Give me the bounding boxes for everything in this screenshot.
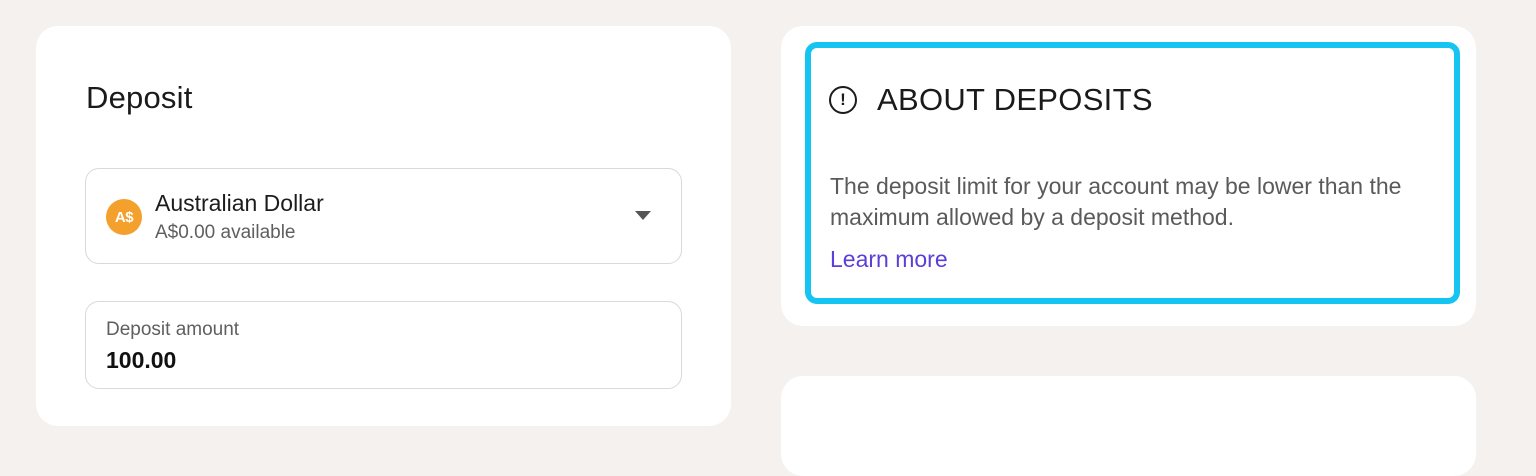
deposit-card: Deposit A$ Australian Dollar A$0.00 avai… [36,26,731,426]
deposit-amount-field[interactable]: Deposit amount [85,301,682,389]
deposit-amount-input[interactable] [106,347,646,374]
about-deposits-card: ! ABOUT DEPOSITS The deposit limit for y… [781,26,1476,326]
deposit-amount-label: Deposit amount [106,319,240,340]
chevron-down-icon [635,211,651,220]
learn-more-link[interactable]: Learn more [830,246,948,273]
currency-name: Australian Dollar [155,190,324,216]
about-deposits-description: The deposit limit for your account may b… [830,173,1402,230]
deposit-title: Deposit [86,80,193,115]
currency-balance: A$0.00 available [155,222,296,243]
about-deposits-header: ! ABOUT DEPOSITS [829,82,1153,118]
currency-select[interactable]: A$ Australian Dollar A$0.00 available [85,168,682,264]
info-icon: ! [829,86,857,114]
secondary-card [781,376,1476,476]
australian-dollar-icon: A$ [106,199,142,235]
about-deposits-title: ABOUT DEPOSITS [877,82,1153,117]
